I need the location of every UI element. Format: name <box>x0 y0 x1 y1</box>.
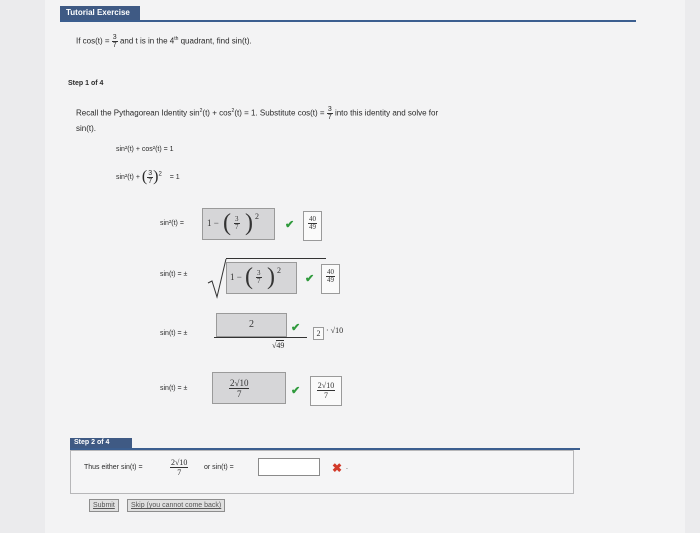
problem-fraction: 37 <box>111 34 118 49</box>
skip-button[interactable]: Skip (you cannot come back) <box>127 499 226 512</box>
step2-panel <box>70 450 574 494</box>
problem-statement: If cos(t) = 37 and t is in the 4th quadr… <box>76 34 252 49</box>
row4-answer: 2√10 7 <box>310 376 342 406</box>
step2-answer-input[interactable] <box>258 458 320 476</box>
row1-lhs: sin²(t) = <box>160 220 184 227</box>
row1-answer: 40 49 <box>303 211 322 241</box>
row3-lhs: sin(t) = ± <box>160 330 188 337</box>
row3-answer-tail: · √10 <box>326 326 344 335</box>
step2-period: . <box>346 464 348 471</box>
row1-expression-box: 1 − ( 37 ) 2 <box>202 208 275 240</box>
step2-text-b: or sin(t) = <box>204 464 234 471</box>
incorrect-x-icon: ✖ <box>332 461 343 475</box>
row3-numerator-box: 2 <box>216 313 287 337</box>
row3-fraction-bar <box>214 337 307 338</box>
header-title: Tutorial Exercise <box>60 6 140 20</box>
step2-header: Step 2 of 4 <box>70 438 580 450</box>
row2-check-icon: ✔ <box>305 273 315 285</box>
equation-2: sin²(t) + (3 7)2 = 1 <box>116 168 180 185</box>
row3-check-icon: ✔ <box>291 322 301 334</box>
step2-label: Step 2 of 4 <box>70 438 132 448</box>
problem-mid: and t is in the 4 <box>119 36 175 46</box>
row1-check-icon: ✔ <box>285 219 295 231</box>
row4-check-icon: ✔ <box>291 385 301 397</box>
step1-recall-line2: sin(t). <box>76 124 96 133</box>
row3-denominator: √49 <box>272 340 285 350</box>
row2-answer: 40 49 <box>321 264 340 294</box>
submit-button[interactable]: Submit <box>89 499 119 512</box>
row4-expression-box: 2√10 7 <box>212 372 286 404</box>
row2-radical-bar <box>226 258 326 259</box>
step1-recall: Recall the Pythagorean Identity sin2(t) … <box>76 106 439 121</box>
step2-fraction: 2√10 7 <box>170 458 189 477</box>
equation-1: sin²(t) + cos²(t) = 1 <box>116 146 174 153</box>
row2-lhs: sin(t) = ± <box>160 271 188 278</box>
row3-answer: 2 <box>313 327 324 340</box>
problem-suffix: quadrant, find sin(t). <box>178 36 252 46</box>
step2-text-a: Thus either sin(t) = <box>84 464 143 471</box>
row2-expression-box: 1 − ( 37 ) 2 <box>226 262 297 294</box>
problem-prefix: If cos(t) = <box>76 36 110 46</box>
row4-lhs: sin(t) = ± <box>160 385 188 392</box>
header-bar: Tutorial Exercise <box>60 6 636 22</box>
sqrt-sign-icon <box>207 258 227 299</box>
step1-label: Step 1 of 4 <box>68 80 104 87</box>
